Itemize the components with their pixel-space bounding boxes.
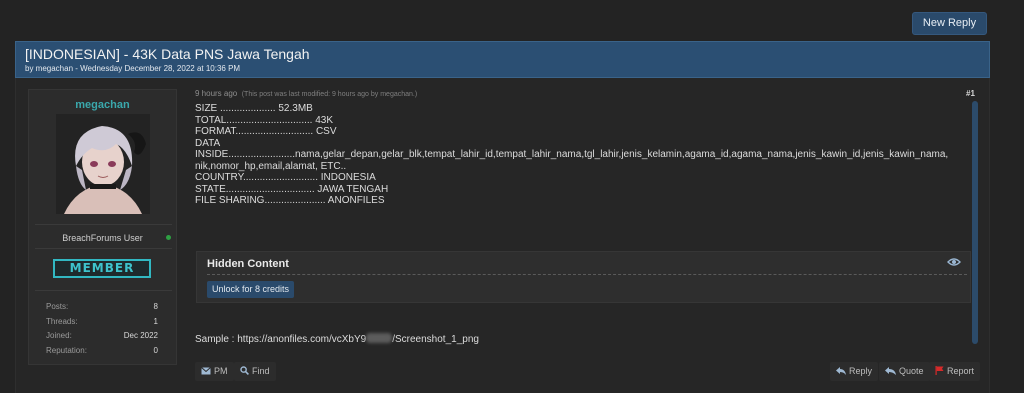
post-meta: 9 hours ago (This post was last modified… xyxy=(195,89,417,98)
forum-page: New Reply [INDONESIAN] - 43K Data PNS Ja… xyxy=(0,0,1024,393)
post-line: COUNTRY........................... INDON… xyxy=(195,172,376,183)
sample-link-end[interactable]: /Screenshot_1_png xyxy=(392,334,479,345)
post-body: SIZE .................... 52.3MB TOTAL..… xyxy=(195,103,970,207)
avatar-image xyxy=(56,114,150,214)
post-scrollbar[interactable] xyxy=(972,101,978,344)
thread-header: [INDONESIAN] - 43K Data PNS Jawa Tengah … xyxy=(15,41,990,78)
post-modified-note: (This post was last modified: 9 hours ag… xyxy=(241,91,418,98)
reply-label: Reply xyxy=(849,366,873,376)
sample-link-start[interactable]: https://anonfiles.com/vcXbY9 xyxy=(237,334,366,345)
quote-button[interactable]: Quote xyxy=(879,362,930,381)
report-label: Report xyxy=(947,366,975,376)
stat-row-threads: Threads: 1 xyxy=(46,317,158,332)
flag-icon xyxy=(935,366,944,375)
divider xyxy=(35,248,172,249)
stat-value[interactable]: 8 xyxy=(154,302,158,311)
post-time: 9 hours ago xyxy=(195,89,238,98)
stat-value[interactable]: 0 xyxy=(154,346,158,355)
quote-label: Quote xyxy=(899,366,924,376)
search-icon xyxy=(240,366,249,375)
find-button[interactable]: Find xyxy=(234,362,276,381)
hidden-content-title: Hidden Content xyxy=(207,258,289,270)
avatar[interactable] xyxy=(56,114,150,214)
thread-title: [INDONESIAN] - 43K Data PNS Jawa Tengah xyxy=(25,46,310,62)
post-number-link[interactable]: #1 xyxy=(966,89,975,98)
eye-icon[interactable] xyxy=(947,257,961,267)
reply-button[interactable]: Reply xyxy=(830,362,879,381)
sample-link[interactable]: https://anonfiles.com/vcXbY9/Screenshot_… xyxy=(237,333,479,345)
post-line: INSIDE........................nama,gelar… xyxy=(195,149,949,160)
post-line: STATE................................ JA… xyxy=(195,183,389,195)
post-line: nik,nomor_hp,email,alamat, ETC.. xyxy=(195,160,347,172)
pm-label: PM xyxy=(214,366,228,376)
new-reply-button[interactable]: New Reply xyxy=(912,12,987,35)
post-line: FORMAT............................ CSV xyxy=(195,126,337,137)
envelope-icon xyxy=(201,367,211,375)
sample-prefix: Sample : xyxy=(195,334,238,345)
stat-label: Threads: xyxy=(46,316,78,326)
rank-badge: MEMBER xyxy=(53,259,151,278)
report-button[interactable]: Report xyxy=(929,362,981,381)
thread-byline: by megachan - Wednesday December 28, 202… xyxy=(25,64,241,73)
stat-label: Posts: xyxy=(46,302,69,311)
stat-value[interactable]: 1 xyxy=(154,317,158,326)
stat-row-reputation: Reputation: 0 xyxy=(46,346,158,361)
post-line: DATA xyxy=(195,137,221,149)
divider xyxy=(35,290,172,291)
user-title: BreachForums User xyxy=(62,233,143,243)
stat-row-posts: Posts: 8 xyxy=(46,302,158,317)
stat-row-joined: Joined: Dec 2022 xyxy=(46,331,158,346)
hidden-content-box: Hidden Content Unlock for 8 credits xyxy=(196,251,971,303)
author-panel: megachan BreachForums User MEMBER Posts:… xyxy=(28,89,177,365)
author-stats: Posts: 8 Threads: 1 Joined: Dec 2022 Rep… xyxy=(46,302,158,360)
stat-label: Joined: xyxy=(46,331,72,340)
dashed-divider xyxy=(207,274,967,275)
divider xyxy=(35,224,172,225)
unlock-button[interactable]: Unlock for 8 credits xyxy=(207,281,295,298)
stat-label: Reputation: xyxy=(46,345,87,355)
post-line: TOTAL............................... 43K xyxy=(195,114,334,126)
find-label: Find xyxy=(252,366,270,376)
quote-arrow-icon xyxy=(885,367,896,375)
online-status-icon xyxy=(166,235,171,240)
sample-line: Sample : https://anonfiles.com/vcXbY9/Sc… xyxy=(195,333,479,345)
post-line: FILE SHARING...................... ANONF… xyxy=(195,195,385,206)
reply-arrow-icon xyxy=(836,367,846,375)
author-username[interactable]: megachan xyxy=(29,99,176,111)
redaction-blur xyxy=(366,333,393,343)
post-line: SIZE .................... 52.3MB xyxy=(195,103,313,114)
pm-button[interactable]: PM xyxy=(195,362,234,381)
stat-value: Dec 2022 xyxy=(123,331,158,340)
